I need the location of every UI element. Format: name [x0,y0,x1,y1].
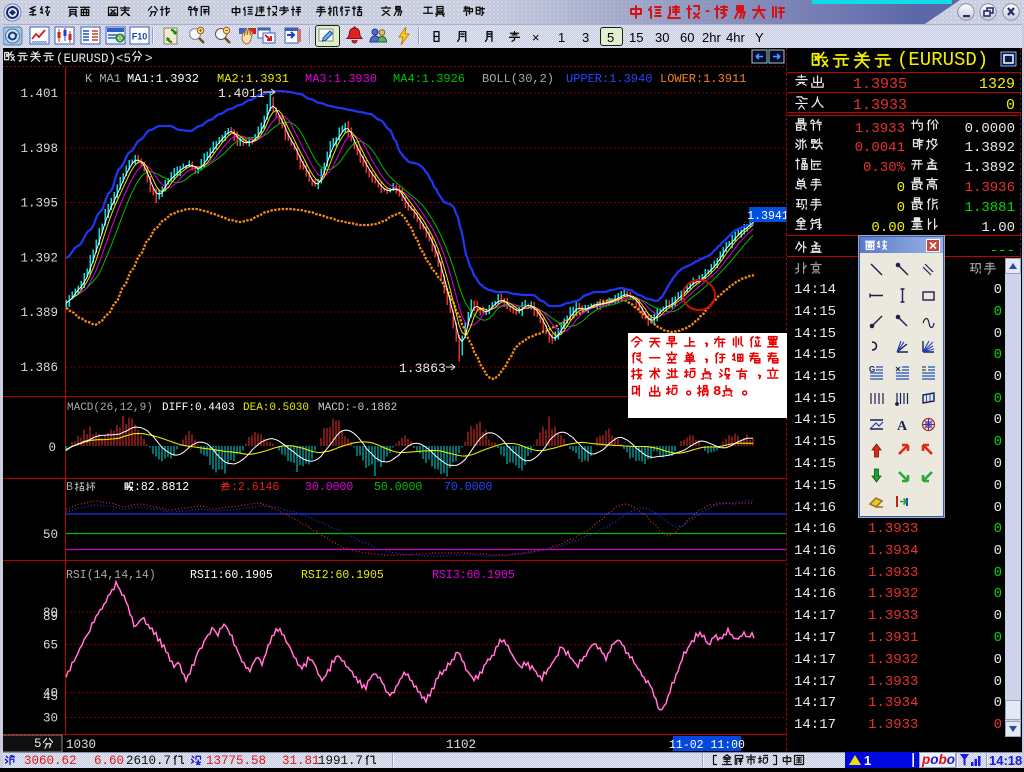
svg-text:RSI1:60.1905: RSI1:60.1905 [190,569,273,582]
svg-text:1.389: 1.389 [20,306,58,320]
svg-text:30: 30 [43,712,58,726]
svg-text:1.398: 1.398 [20,142,58,156]
svg-text:50: 50 [43,528,58,542]
svg-text:45: 45 [43,690,58,704]
svg-text:RSI2:60.1905: RSI2:60.1905 [301,569,384,582]
svg-text:RSI3:60.1905: RSI3:60.1905 [432,569,515,582]
svg-text:65: 65 [43,639,58,653]
svg-text:MA2:1.3931: MA2:1.3931 [217,72,289,86]
svg-text:89: 89 [43,610,58,624]
svg-text:LOWER:1.3911: LOWER:1.3911 [660,72,746,86]
svg-text:0: 0 [48,441,56,455]
svg-text:DIFF:0.4403: DIFF:0.4403 [162,402,235,414]
svg-text:RSI(14,14,14): RSI(14,14,14) [66,569,156,582]
svg-text:UPPER:1.3940: UPPER:1.3940 [566,72,652,86]
svg-text:MACD:-0.1882: MACD:-0.1882 [318,402,397,414]
svg-text:1102: 1102 [446,738,476,752]
svg-text:1.3863: 1.3863 [399,361,446,376]
svg-text:K MA1: K MA1 [85,72,121,86]
svg-text:MA4:1.3926: MA4:1.3926 [393,72,465,86]
svg-text:1030: 1030 [66,738,96,752]
svg-text:11-02 11:00: 11-02 11:00 [669,739,745,752]
svg-text:MA3:1.3930: MA3:1.3930 [305,72,377,86]
svg-text:DEA:0.5030: DEA:0.5030 [243,402,309,414]
svg-text:MACD(26,12,9): MACD(26,12,9) [67,402,153,414]
svg-text:MA1:1.3932: MA1:1.3932 [127,72,199,86]
svg-text:1.401: 1.401 [20,87,58,101]
svg-text:>: > [145,52,153,66]
svg-text:(EURUSD)<5: (EURUSD)<5 [56,52,131,66]
svg-text:A: A [897,419,908,433]
svg-text:1.4011: 1.4011 [218,86,265,101]
svg-text:1.3941: 1.3941 [747,210,789,223]
svg-text:1.392: 1.392 [20,251,58,265]
svg-text:1.395: 1.395 [20,197,58,211]
svg-text:1.386: 1.386 [20,361,58,375]
svg-text:BOLL(30,2): BOLL(30,2) [482,72,554,86]
